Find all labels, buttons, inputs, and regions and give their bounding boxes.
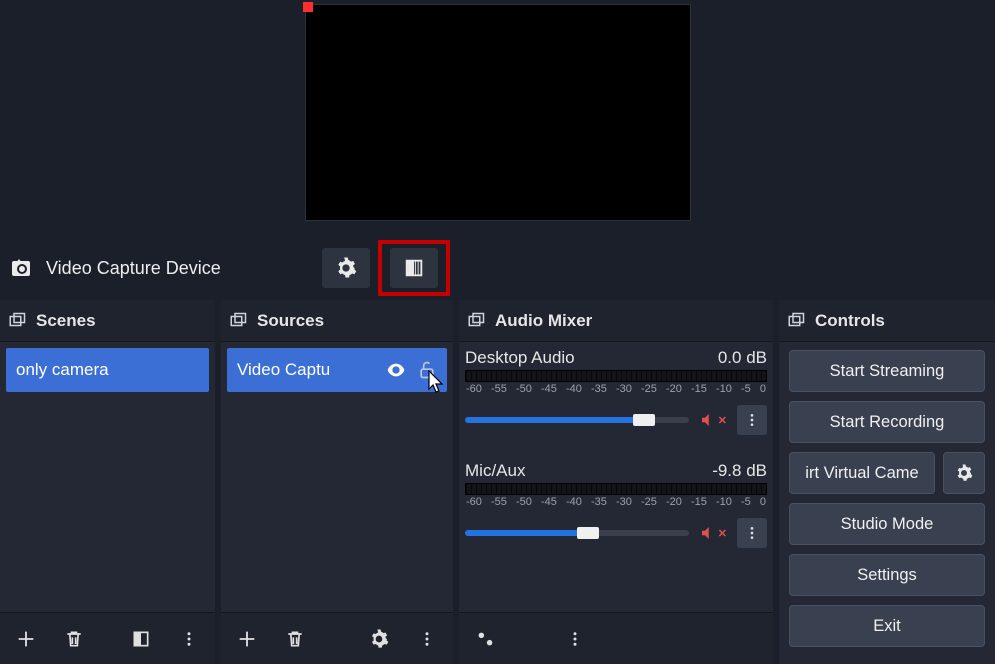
scenes-panel-header[interactable]: Scenes	[0, 300, 215, 342]
channel-menu-button[interactable]	[737, 405, 767, 435]
mixer-advanced-button[interactable]	[467, 621, 503, 657]
lock-toggle[interactable]	[417, 360, 437, 380]
level-meter	[465, 483, 767, 495]
volume-slider[interactable]	[465, 530, 689, 536]
controls-panel: Controls Start Streaming Start Recording…	[779, 300, 995, 664]
trash-icon	[285, 629, 305, 649]
db-ticks: -60-55-50-45-40-35-30-25-20-15-10-50	[465, 496, 767, 508]
more-vertical-icon	[418, 630, 436, 648]
channel-menu-button[interactable]	[737, 518, 767, 548]
start-streaming-button[interactable]: Start Streaming	[789, 350, 985, 392]
visibility-toggle[interactable]	[385, 359, 407, 381]
preview-area	[0, 0, 995, 240]
sources-panel-header[interactable]: Sources	[221, 300, 453, 342]
channel-db: -9.8 dB	[712, 461, 767, 481]
resize-handle-top-left[interactable]	[303, 2, 313, 12]
mixer-channel: Mic/Aux -9.8 dB -60-55-50-45-40-35-30-25-2…	[465, 461, 767, 548]
source-toolbar: Video Capture Device	[0, 240, 995, 296]
remove-scene-button[interactable]	[56, 621, 92, 657]
gear-icon	[369, 629, 389, 649]
scene-item-label: only camera	[16, 360, 109, 380]
virtual-camera-settings-button[interactable]	[943, 452, 985, 494]
sources-panel: Sources Video Captu	[221, 300, 453, 664]
controls-panel-header[interactable]: Controls	[779, 300, 995, 342]
add-source-button[interactable]	[229, 621, 265, 657]
controls-title: Controls	[815, 311, 885, 331]
source-item[interactable]: Video Captu	[227, 348, 447, 392]
source-item-label: Video Captu	[237, 360, 375, 380]
channel-name: Mic/Aux	[465, 461, 525, 481]
remove-source-button[interactable]	[277, 621, 313, 657]
source-props-button[interactable]	[361, 621, 397, 657]
mixer-title: Audio Mixer	[495, 311, 592, 331]
unlock-icon	[417, 360, 437, 380]
dock-icon	[8, 312, 26, 330]
channel-db: 0.0 dB	[718, 348, 767, 368]
scene-filters-button[interactable]	[123, 621, 159, 657]
mute-button[interactable]: ✕	[699, 411, 727, 429]
more-vertical-icon	[744, 412, 760, 428]
add-scene-button[interactable]	[8, 621, 44, 657]
camera-icon	[10, 256, 34, 280]
audio-mixer-panel: Audio Mixer Desktop Audio 0.0 dB -60-55-50…	[459, 300, 773, 664]
dock-icon	[467, 312, 485, 330]
speaker-muted-icon	[699, 524, 717, 542]
eye-icon	[385, 359, 407, 381]
scenes-panel: Scenes only camera	[0, 300, 215, 664]
channel-name: Desktop Audio	[465, 348, 575, 368]
level-meter	[465, 370, 767, 382]
mixer-channel: Desktop Audio 0.0 dB -60-55-50-45-40-35-30…	[465, 348, 767, 435]
more-vertical-icon	[744, 525, 760, 541]
plus-icon	[236, 628, 258, 650]
gear-icon	[955, 464, 973, 482]
plus-icon	[15, 628, 37, 650]
start-virtual-camera-button[interactable]: irt Virtual Came	[789, 452, 935, 494]
trash-icon	[64, 629, 84, 649]
gear-icon	[335, 257, 357, 279]
mute-button[interactable]: ✕	[699, 524, 727, 542]
scenes-title: Scenes	[36, 311, 96, 331]
sources-title: Sources	[257, 311, 324, 331]
settings-button[interactable]: Settings	[789, 554, 985, 596]
speaker-muted-icon	[699, 411, 717, 429]
start-recording-button[interactable]: Start Recording	[789, 401, 985, 443]
selected-source-label: Video Capture Device	[46, 258, 221, 279]
filters-icon	[403, 257, 425, 279]
source-filters-button[interactable]	[390, 248, 438, 288]
filters-highlight	[378, 240, 450, 296]
dock-icon	[787, 312, 805, 330]
exit-button[interactable]: Exit	[789, 605, 985, 647]
scene-menu-button[interactable]	[171, 621, 207, 657]
preview-canvas[interactable]	[305, 4, 691, 221]
volume-slider[interactable]	[465, 417, 689, 423]
more-vertical-icon	[180, 630, 198, 648]
dock-icon	[229, 312, 247, 330]
filters-icon	[131, 629, 151, 649]
gears-icon	[474, 628, 496, 650]
studio-mode-button[interactable]: Studio Mode	[789, 503, 985, 545]
source-properties-button[interactable]	[322, 248, 370, 288]
scene-item[interactable]: only camera	[6, 348, 209, 392]
source-menu-button[interactable]	[409, 621, 445, 657]
more-vertical-icon	[566, 630, 584, 648]
db-ticks: -60-55-50-45-40-35-30-25-20-15-10-50	[465, 383, 767, 395]
mixer-panel-header[interactable]: Audio Mixer	[459, 300, 773, 342]
mixer-menu-button[interactable]	[557, 621, 593, 657]
